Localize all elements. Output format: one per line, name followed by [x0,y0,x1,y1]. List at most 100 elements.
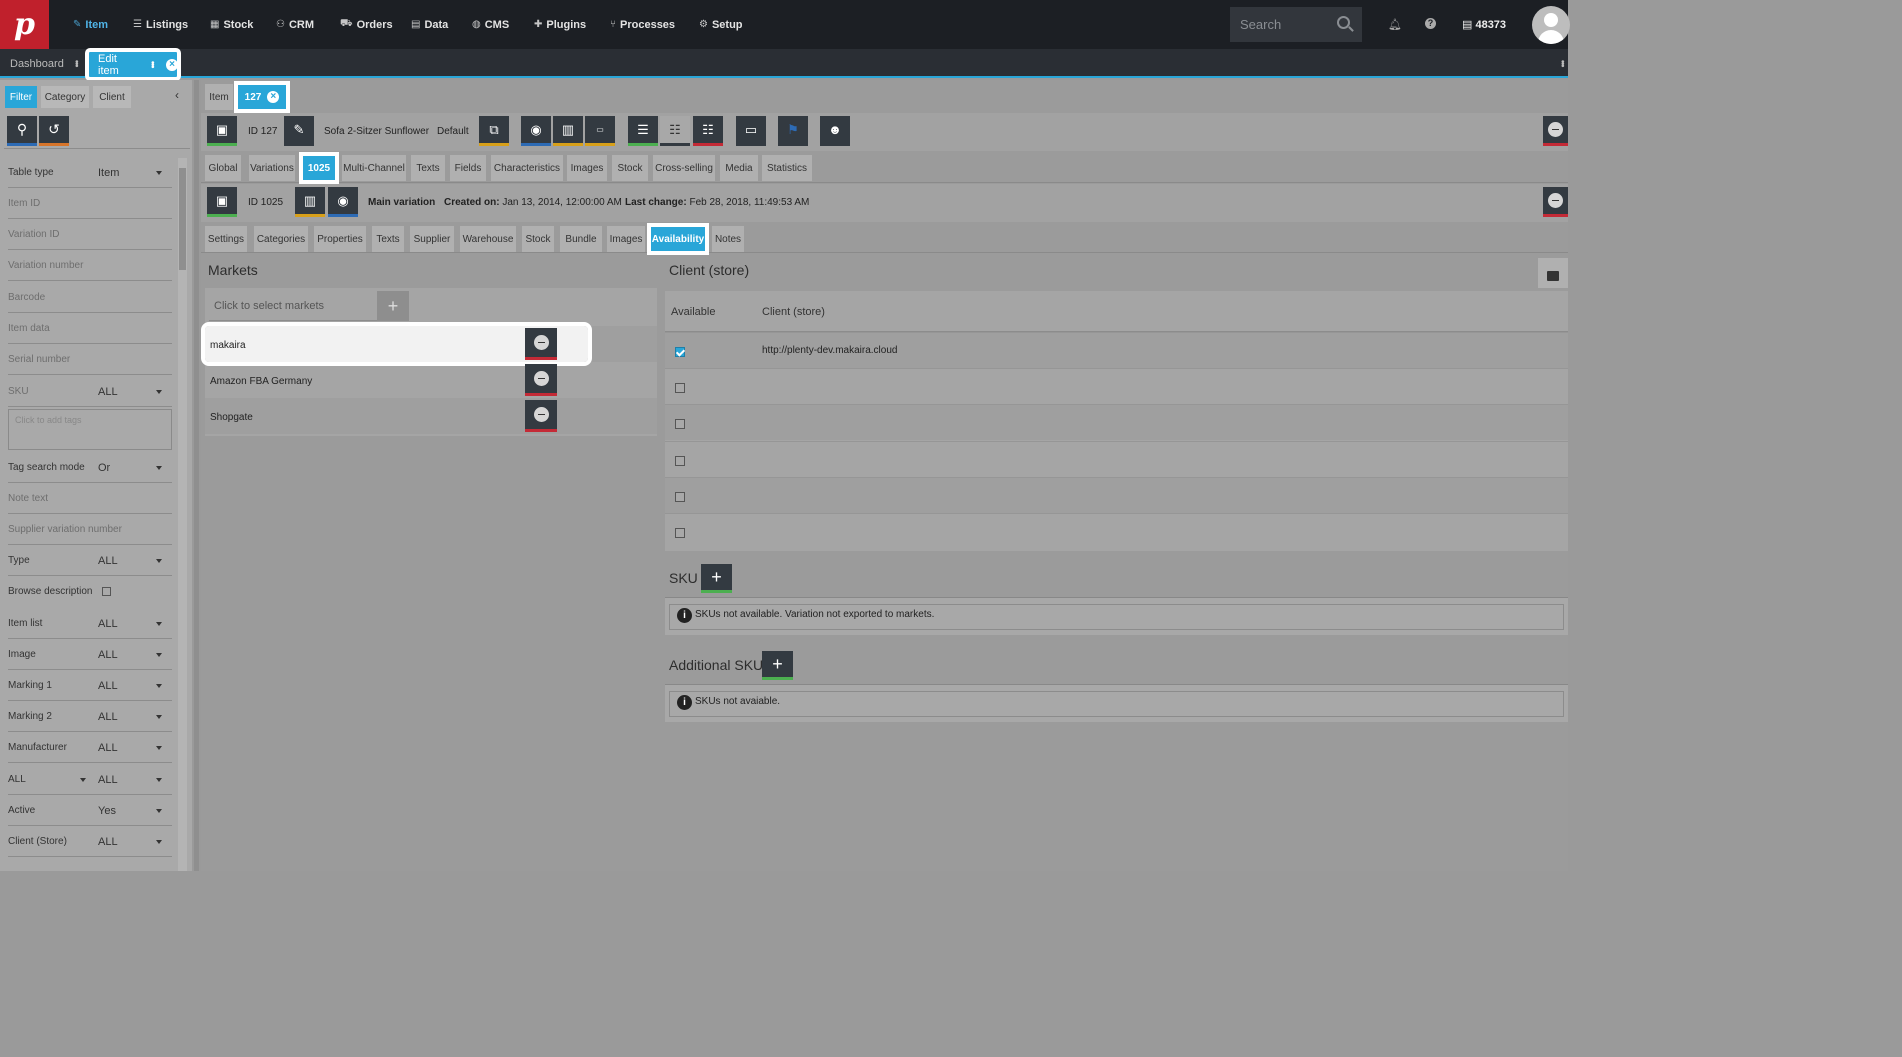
available-checkbox[interactable] [675,492,685,502]
nav-item[interactable]: ✎ Item [73,0,108,49]
close-icon[interactable]: × [166,58,178,71]
tab-dashboard[interactable]: Dashboard ••• [0,49,86,78]
user-button[interactable]: ☻ [820,116,850,146]
nav-stock[interactable]: ▦ Stock [210,0,253,49]
type-select[interactable]: Type ALL [8,545,172,576]
tab-edit-item[interactable]: Edit item ••• × [85,48,181,81]
remove-market-button[interactable] [525,328,557,360]
remove-market-button[interactable] [525,400,557,432]
image-select[interactable]: Image ALL [8,639,172,670]
tab-filter[interactable]: Filter [5,86,37,108]
tab-settings[interactable]: Settings [205,226,247,252]
edit-button[interactable]: ✎ [284,116,314,146]
manufacturer-select[interactable]: Manufacturer ALL [8,732,172,763]
save-variation-button[interactable]: ▣ [207,187,237,217]
marking-1-select[interactable]: Marking 1 ALL [8,670,172,701]
number-button[interactable]: ▭ [585,116,615,146]
nav-processes[interactable]: ⑂ Processes [610,0,675,49]
nav-crm[interactable]: ⚇ CRM [276,0,314,49]
collapse-sidebar-icon[interactable]: ‹ [175,88,179,102]
reset-button[interactable]: ↺ [39,116,69,146]
flag-button[interactable]: ⚑ [778,116,808,146]
tab-global[interactable]: Global [205,155,241,181]
tab-notes[interactable]: Notes [712,226,744,252]
preview-variation-button[interactable]: ◉ [328,187,358,217]
tab-multi-channel[interactable]: Multi-Channel [342,155,406,181]
tag-search-mode-select[interactable]: Tag search mode Or [8,452,172,483]
more-options-icon[interactable]: ••• [148,61,158,67]
tab-availability[interactable]: Availability [647,223,709,255]
tab-variations[interactable]: Variations [249,155,295,181]
marking-2-select[interactable]: Marking 2 ALL [8,701,172,732]
table-type-select[interactable]: Table type Item [8,157,172,188]
serial-number-field[interactable]: Serial number [8,344,172,375]
tags-input[interactable]: Click to add tags [8,409,172,450]
tab-texts[interactable]: Texts [411,155,445,181]
tab-fields[interactable]: Fields [450,155,486,181]
available-checkbox[interactable] [675,347,685,357]
property-select[interactable]: ALL ALL [8,764,172,795]
add-list-button[interactable]: ☰ [628,116,658,146]
more-options-icon[interactable]: ••• [1558,57,1568,69]
search-input[interactable]: Search [1230,7,1362,42]
available-checkbox[interactable] [675,528,685,538]
markets-select[interactable]: Click to select markets [209,291,377,321]
nav-setup[interactable]: ⚙ Setup [699,0,743,49]
tab-statistics[interactable]: Statistics [762,155,812,181]
tab-images[interactable]: Images [607,226,645,252]
delete-variation-button[interactable] [1543,187,1568,217]
copy-button[interactable]: ⧉ [479,116,509,146]
active-select[interactable]: Active Yes [8,795,172,826]
variation-id-field[interactable]: Variation ID [8,219,172,250]
tab-characteristics[interactable]: Characteristics [491,155,563,181]
barcode-button[interactable]: ▥ [553,116,583,146]
tab-categories[interactable]: Categories [254,226,308,252]
item-list-select[interactable]: Item list ALL [8,608,172,639]
nav-orders[interactable]: ⛟ Orders [340,0,393,49]
tab-warehouse[interactable]: Warehouse [460,226,516,252]
remove-market-button[interactable] [525,364,557,396]
item-data-field[interactable]: Item data [8,313,172,344]
nav-plugins[interactable]: ✚ Plugins [534,0,586,49]
available-checkbox[interactable] [675,383,685,393]
nav-data[interactable]: ▤ Data [411,0,448,49]
variation-number-field[interactable]: Variation number [8,250,172,281]
user-id[interactable]: ▤ 48373 [1462,18,1506,31]
avatar[interactable] [1532,6,1570,44]
tab-bundle[interactable]: Bundle [560,226,602,252]
browse-description-checkbox[interactable] [102,587,111,596]
available-checkbox[interactable] [675,456,685,466]
sku-select[interactable]: SKU ALL [8,376,172,407]
search-button[interactable]: ⚲ [7,116,37,146]
tab-stock[interactable]: Stock [612,155,648,181]
resize-handle[interactable] [194,80,199,871]
more-options-icon[interactable]: ••• [72,60,82,66]
client-store-select[interactable]: Client (Store) ALL [8,826,172,857]
delete-item-button[interactable] [1543,116,1568,146]
tab-item[interactable]: Item [205,84,233,110]
preview-button[interactable]: ◉ [521,116,551,146]
tab-texts[interactable]: Texts [372,226,404,252]
add-additional-sku-button[interactable]: + [762,651,793,680]
tab-category[interactable]: Category [41,86,89,108]
note-text-field[interactable]: Note text [8,483,172,514]
supplier-variation-number-field[interactable]: Supplier variation number [8,514,172,545]
tab-cross-selling[interactable]: Cross-selling [653,155,715,181]
add-sku-button[interactable]: + [701,564,732,593]
screen-button[interactable]: ▭ [736,116,766,146]
bell-icon[interactable]: 🔔︎ [1388,18,1402,31]
item-id-field[interactable]: Item ID [8,188,172,219]
nav-listings[interactable]: ☰ Listings [133,0,188,49]
tab-item-127[interactable]: 127 × [234,81,290,113]
tab-stock[interactable]: Stock [522,226,554,252]
lock-button[interactable] [1538,258,1568,288]
tab-images[interactable]: Images [567,155,607,181]
add-market-button[interactable]: + [377,291,409,321]
search-icon[interactable] [1337,16,1350,29]
barcode-button[interactable]: ▥ [295,187,325,217]
tab-supplier[interactable]: Supplier [410,226,454,252]
close-icon[interactable]: × [267,91,280,103]
tab-properties[interactable]: Properties [314,226,366,252]
tab-variation-1025[interactable]: 1025 [299,152,339,184]
help-icon[interactable]: ? [1425,18,1436,29]
